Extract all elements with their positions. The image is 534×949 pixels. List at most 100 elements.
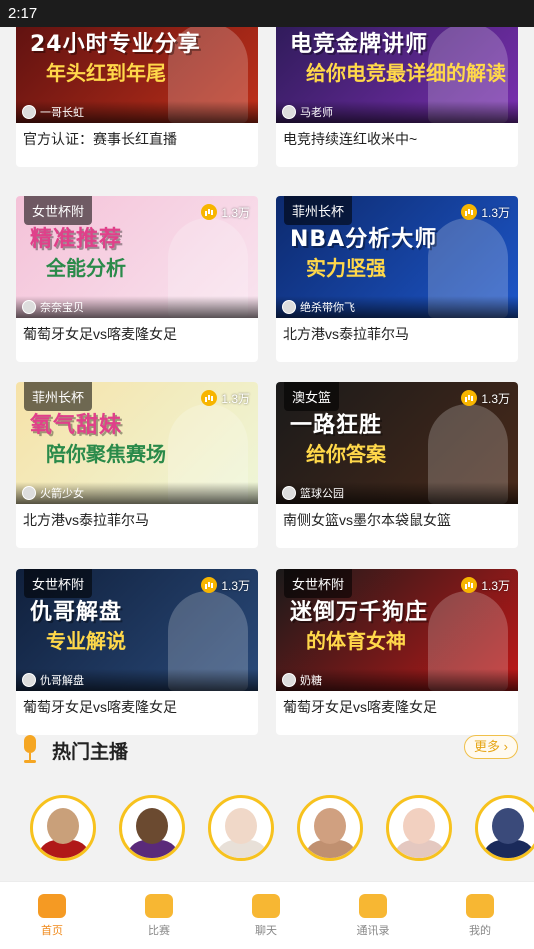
hot-hosts-header: 热门主播 更多 › bbox=[18, 733, 518, 765]
stream-thumbnail: 精准推荐 全能分析 女世杯附 1.3万 奈奈宝贝 bbox=[16, 196, 258, 318]
stream-thumbnail: 仇哥解盘 专业解说 女世杯附 1.3万 仇哥解盘 bbox=[16, 569, 258, 691]
league-tag: 女世杯附 bbox=[24, 196, 93, 225]
heat-count: 1.3万 bbox=[201, 576, 250, 594]
heat-count: 1.3万 bbox=[201, 389, 250, 407]
host-name: 绝杀带你飞 bbox=[300, 302, 355, 314]
tab-label: 我的 bbox=[469, 925, 491, 937]
heat-value: 1.3万 bbox=[221, 205, 250, 220]
tab-chat[interactable]: 聊天 bbox=[236, 894, 296, 946]
league-tag: 菲州长杯 bbox=[284, 196, 353, 225]
heat-value: 1.3万 bbox=[481, 578, 510, 593]
host-strip: 奶糖 bbox=[276, 669, 518, 691]
stream-title: 北方港vs泰拉菲尔马 bbox=[283, 326, 409, 342]
stream-thumbnail: 氧气甜妹 陪你聚焦赛场 菲州长杯 1.3万 火箭少女 bbox=[16, 382, 258, 504]
popularity-icon bbox=[461, 390, 478, 406]
league-tag: 菲州长杯 bbox=[24, 382, 93, 411]
stream-title: 葡萄牙女足vs喀麦隆女足 bbox=[23, 699, 177, 715]
poster-subline: 年头红到年尾 bbox=[46, 61, 166, 85]
host-strip: 马老师 bbox=[276, 101, 518, 123]
host-avatar bbox=[282, 105, 296, 119]
heat-count: 1.3万 bbox=[461, 389, 510, 407]
popularity-icon bbox=[461, 577, 478, 593]
stream-card[interactable]: 迷倒万千狗庄的体育女神 女世杯附 1.3万奶糖葡萄牙女足vs喀麦隆女足 bbox=[276, 569, 518, 735]
heat-count: 1.3万 bbox=[461, 203, 510, 221]
host-name: 一哥长虹 bbox=[40, 107, 84, 119]
hot-host-avatar[interactable] bbox=[297, 795, 363, 861]
microphone-icon bbox=[22, 735, 38, 765]
stream-card[interactable]: 一路狂胜 给你答案 澳女篮 1.3万 篮球公园 南侧女篮vs墨尔本袋鼠女篮 bbox=[276, 382, 518, 548]
hot-host-avatar[interactable] bbox=[30, 795, 96, 861]
tab-match[interactable]: 比赛 bbox=[129, 894, 189, 946]
host-face bbox=[403, 808, 435, 844]
hot-host-avatar[interactable] bbox=[208, 795, 274, 861]
stream-card[interactable]: NBA分析大师 实力坚强 菲州长杯 1.3万 绝杀带你飞 北方港vs泰拉菲尔马 bbox=[276, 196, 518, 362]
poster-headline: NBA分析大师 bbox=[290, 227, 438, 252]
host-name: 火箭少女 bbox=[40, 488, 84, 500]
tab-label: 通讯录 bbox=[356, 925, 390, 937]
host-strip: 奈奈宝贝 bbox=[16, 296, 258, 318]
stream-title: 电竞持续连红收米中~ bbox=[283, 131, 418, 147]
host-face bbox=[314, 808, 346, 844]
tab-home[interactable]: 首页 bbox=[22, 894, 82, 946]
tab-profile[interactable]: 我的 bbox=[450, 894, 510, 946]
heat-value: 1.3万 bbox=[481, 391, 510, 406]
poster-headline: 迷倒万千狗庄 bbox=[290, 600, 429, 625]
host-face bbox=[492, 808, 524, 844]
poster-headline: 氧气甜妹 bbox=[30, 413, 123, 438]
tab-label: 聊天 bbox=[255, 925, 277, 937]
host-avatar bbox=[22, 105, 36, 119]
more-hosts-button[interactable]: 更多 › bbox=[464, 735, 518, 759]
host-face bbox=[136, 808, 168, 844]
stream-card[interactable]: 24小时专业分享 年头红到年尾 一哥长虹 官方认证：赛事长红直播 bbox=[16, 27, 258, 167]
stream-card[interactable]: 氧气甜妹 陪你聚焦赛场 菲州长杯 1.3万 火箭少女 北方港vs泰拉菲尔马 bbox=[16, 382, 258, 548]
chat-icon bbox=[252, 894, 280, 918]
hot-hosts-list bbox=[30, 795, 534, 865]
host-strip: 一哥长虹 bbox=[16, 101, 258, 123]
match-icon bbox=[145, 894, 173, 918]
stream-title: 葡萄牙女足vs喀麦隆女足 bbox=[283, 699, 437, 715]
hot-host-avatar[interactable] bbox=[119, 795, 185, 861]
stream-thumbnail: 电竞金牌讲师 给你电竞最详细的解读 马老师 bbox=[276, 27, 518, 123]
poster-headline: 仇哥解盘 bbox=[30, 600, 123, 625]
host-face bbox=[47, 808, 79, 844]
home-icon bbox=[38, 894, 66, 918]
league-tag: 女世杯附 bbox=[24, 569, 93, 598]
contacts-icon bbox=[359, 894, 387, 918]
stream-thumbnail: 一路狂胜 给你答案 澳女篮 1.3万 篮球公园 bbox=[276, 382, 518, 504]
stream-thumbnail: 迷倒万千狗庄的体育女神 女世杯附 1.3万奶糖 bbox=[276, 569, 518, 691]
league-tag: 澳女篮 bbox=[284, 382, 340, 411]
stream-title: 北方港vs泰拉菲尔马 bbox=[23, 512, 149, 528]
main-content: 24小时专业分享 年头红到年尾 一哥长虹 官方认证：赛事长红直播 电竞金牌讲师 给你电竞最… bbox=[0, 27, 534, 881]
stream-title: 南侧女篮vs墨尔本袋鼠女篮 bbox=[283, 512, 451, 528]
poster-headline: 一路狂胜 bbox=[290, 413, 383, 438]
heat-value: 1.3万 bbox=[221, 578, 250, 593]
hot-host-avatar[interactable] bbox=[475, 795, 534, 861]
tab-contacts[interactable]: 通讯录 bbox=[343, 894, 403, 946]
host-name: 奈奈宝贝 bbox=[40, 302, 84, 314]
poster-subline: 的体育女神 bbox=[306, 629, 406, 653]
tab-label: 首页 bbox=[41, 925, 63, 937]
host-avatar bbox=[282, 300, 296, 314]
host-avatar bbox=[22, 673, 36, 687]
stream-card[interactable]: 仇哥解盘 专业解说 女世杯附 1.3万 仇哥解盘 葡萄牙女足vs喀麦隆女足 bbox=[16, 569, 258, 735]
host-strip: 火箭少女 bbox=[16, 482, 258, 504]
stream-card[interactable]: 精准推荐 全能分析 女世杯附 1.3万 奈奈宝贝 葡萄牙女足vs喀麦隆女足 bbox=[16, 196, 258, 362]
host-avatar bbox=[282, 673, 296, 687]
host-avatar bbox=[22, 486, 36, 500]
stream-title: 官方认证：赛事长红直播 bbox=[23, 131, 177, 147]
heat-value: 1.3万 bbox=[221, 391, 250, 406]
host-strip: 仇哥解盘 bbox=[16, 669, 258, 691]
hot-host-avatar[interactable] bbox=[386, 795, 452, 861]
league-tag: 女世杯附 bbox=[284, 569, 353, 598]
heat-value: 1.3万 bbox=[481, 205, 510, 220]
popularity-icon bbox=[201, 577, 218, 593]
poster-headline: 精准推荐 bbox=[30, 227, 123, 252]
status-bar: 2:17 bbox=[0, 0, 534, 27]
stream-card[interactable]: 电竞金牌讲师 给你电竞最详细的解读 马老师电竞持续连红收米中~ bbox=[276, 27, 518, 167]
stream-thumbnail: NBA分析大师 实力坚强 菲州长杯 1.3万 绝杀带你飞 bbox=[276, 196, 518, 318]
poster-headline: 电竞金牌讲师 bbox=[290, 32, 429, 57]
host-name: 马老师 bbox=[300, 107, 333, 119]
host-strip: 篮球公园 bbox=[276, 482, 518, 504]
popularity-icon bbox=[201, 390, 218, 406]
poster-subline: 专业解说 bbox=[46, 629, 126, 653]
